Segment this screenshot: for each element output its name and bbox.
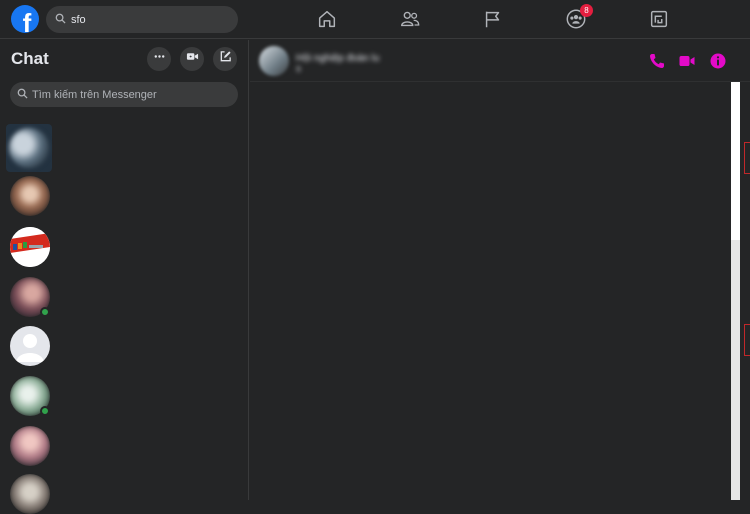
messenger-search-field[interactable] — [10, 82, 238, 107]
conversation-avatar[interactable] — [259, 46, 289, 76]
groups-notification-badge: 8 — [580, 4, 593, 17]
avatar — [10, 176, 50, 216]
video-call-icon[interactable] — [678, 52, 696, 70]
contact-avatar-fpt-logo[interactable] — [10, 227, 50, 267]
chat-sidebar: Chat — [0, 40, 249, 514]
more-options-button[interactable] — [147, 47, 171, 71]
search-icon — [17, 86, 28, 104]
top-navigation-bar: f sfo 8 — [0, 0, 750, 39]
more-options-icon — [153, 50, 166, 68]
new-room-video-icon — [186, 50, 199, 68]
new-message-button[interactable] — [213, 47, 237, 71]
avatar — [10, 426, 50, 466]
contact-avatar-selected[interactable] — [6, 124, 52, 172]
chat-title: Chat — [11, 49, 49, 68]
contact-avatar[interactable] — [10, 474, 50, 514]
fpt-shop-logo — [10, 227, 50, 267]
facebook-logo-letter: f — [22, 8, 32, 33]
info-icon[interactable] — [709, 52, 727, 70]
facebook-search-value[interactable]: sfo — [71, 14, 86, 26]
search-icon — [55, 11, 66, 29]
online-status-dot — [40, 406, 50, 416]
conversation-header[interactable]: Hội nghiệp đoàn lu B — [250, 40, 750, 82]
facebook-search-box[interactable]: sfo — [46, 6, 238, 33]
conversation-subtitle: B — [296, 65, 302, 74]
audio-call-icon[interactable] — [648, 52, 666, 70]
edge-marker — [744, 324, 750, 356]
home-icon[interactable] — [316, 8, 338, 30]
contact-avatar[interactable] — [10, 176, 50, 216]
contact-avatar-default[interactable] — [10, 326, 50, 366]
avatar — [10, 474, 50, 514]
conversation-panel: Hội nghiệp đoàn lu B — [250, 40, 750, 500]
default-user-icon — [16, 334, 44, 362]
pages-flag-icon[interactable] — [482, 8, 504, 30]
new-room-button[interactable] — [180, 47, 204, 71]
friends-icon[interactable] — [399, 8, 421, 30]
facebook-logo[interactable]: f — [11, 5, 39, 33]
online-status-dot — [40, 307, 50, 317]
messenger-search-input[interactable] — [32, 88, 232, 101]
conversation-name[interactable]: Hội nghiệp đoàn lu — [296, 53, 379, 64]
avatar — [9, 128, 49, 168]
edge-marker — [744, 142, 750, 174]
contact-avatar[interactable] — [10, 426, 50, 466]
new-message-icon — [219, 50, 232, 68]
gaming-icon[interactable] — [648, 8, 670, 30]
conversation-scrollbar-thumb[interactable] — [731, 240, 740, 500]
